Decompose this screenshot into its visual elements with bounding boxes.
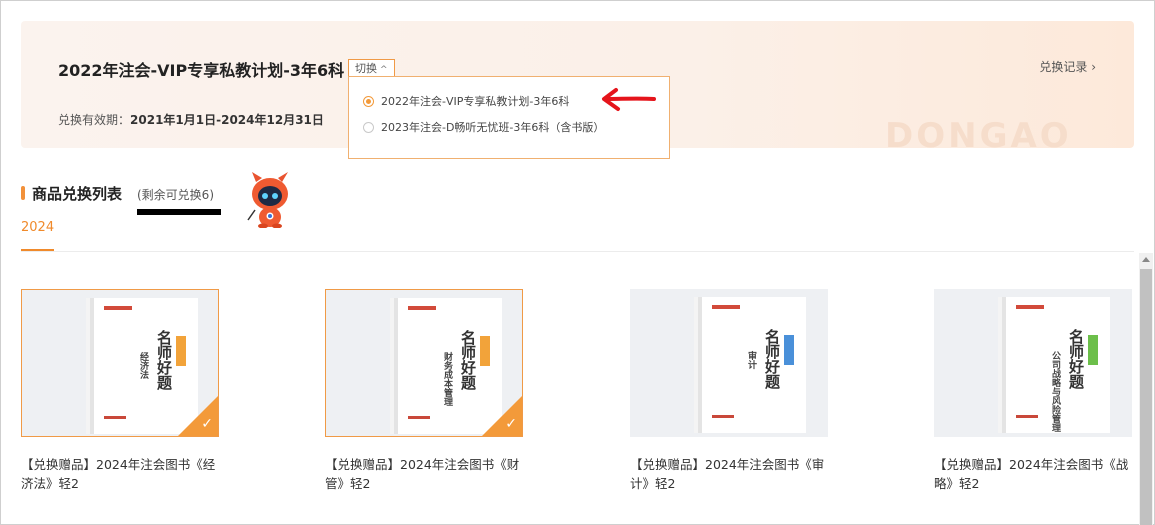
publisher-logo [712,305,740,309]
validity-value: 2021年1月1日-2024年12月31日 [130,113,324,127]
chevron-right-icon: › [1091,60,1096,74]
plan-option-2[interactable]: 2023年注会-D畅听无忧班-3年6科（含书版） [363,119,604,135]
section-title: 商品兑换列表 [32,185,123,203]
book-title: 名师好题 [155,330,173,390]
publisher-mark [408,416,430,419]
chevron-up-icon: ^ [380,65,388,75]
remaining-count: (剩余可兑换6) [137,188,214,202]
radio-selected-icon [363,95,374,107]
scrollbar-thumb[interactable] [1140,269,1152,525]
publisher-mark [1016,415,1038,418]
vertical-scrollbar[interactable] [1139,253,1153,525]
product-image: 名师好题 经济法 ✓ [21,289,219,437]
book-title: 名师好题 [1067,329,1085,389]
subject-color-stripe [784,335,794,365]
book-cover: 名师好题 审计 [702,297,806,433]
book-subject: 审计 [746,351,756,369]
plan-option-1[interactable]: 2022年注会-VIP专享私教计划-3年6科 [363,93,569,109]
publisher-logo [104,306,132,310]
mascot-icon [247,172,288,228]
subject-color-stripe [480,336,490,366]
radio-unselected-icon [363,121,374,133]
checkmark-icon: ✓ [505,416,517,432]
product-name: 【兑换赠品】2024年注会图书《经济法》轻2 [21,457,216,491]
product-name: 【兑换赠品】2024年注会图书《审计》轻2 [630,457,825,491]
product-name: 【兑换赠品】2024年注会图书《战略》轻2 [934,457,1129,491]
watermark-text: DONGAO [885,116,1072,148]
tab-divider [21,251,1134,252]
product-card[interactable]: 名师好题 公司战略与风险管理 【兑换赠品】2024年注会图书《战略》轻2 [934,289,1132,493]
book-subject: 经济法 [138,352,148,379]
subject-color-stripe [1088,335,1098,365]
scroll-up-icon[interactable] [1142,257,1150,262]
tab-2024[interactable]: 2024 [21,220,54,235]
book-subject: 公司战略与风险管理 [1050,351,1060,432]
plan-title: 2022年注会-VIP专享私教计划-3年6科 [58,61,345,80]
book-title: 名师好题 [459,330,477,390]
publisher-logo [408,306,436,310]
publisher-mark [712,415,734,418]
publisher-logo [1016,305,1044,309]
validity-label: 兑换有效期： [58,113,131,127]
product-image: 名师好题 财务成本管理 ✓ [325,289,523,437]
publisher-mark [104,416,126,419]
checkmark-icon: ✓ [201,416,213,432]
validity-period: 兑换有效期：2021年1月1日-2024年12月31日 [58,111,324,128]
book-title: 名师好题 [763,329,781,389]
exchange-history-link[interactable]: 兑换记录 › [1039,58,1096,75]
red-arrow-annotation-icon [602,88,656,111]
plan-option-label: 2022年注会-VIP专享私教计划-3年6科 [381,95,570,108]
product-name: 【兑换赠品】2024年注会图书《财管》轻2 [325,457,520,491]
product-image: 名师好题 公司战略与风险管理 [934,289,1132,437]
product-card[interactable]: 名师好题 审计 【兑换赠品】2024年注会图书《审计》轻2 [630,289,828,493]
history-label: 兑换记录 [1039,60,1088,74]
book-subject: 财务成本管理 [442,352,452,406]
product-card[interactable]: 名师好题 财务成本管理 ✓ 【兑换赠品】2024年注会图书《财管》轻2 [325,289,523,493]
product-image: 名师好题 审计 [630,289,828,437]
section-accent-bar [21,186,25,200]
subject-color-stripe [176,336,186,366]
product-card[interactable]: 名师好题 经济法 ✓ 【兑换赠品】2024年注会图书《经济法》轻2 [21,289,219,493]
switch-label: 切换 [355,62,377,75]
book-cover: 名师好题 公司战略与风险管理 [1006,297,1110,433]
plan-option-label: 2023年注会-D畅听无忧班-3年6科（含书版） [381,121,605,134]
redaction-bar [137,209,221,215]
